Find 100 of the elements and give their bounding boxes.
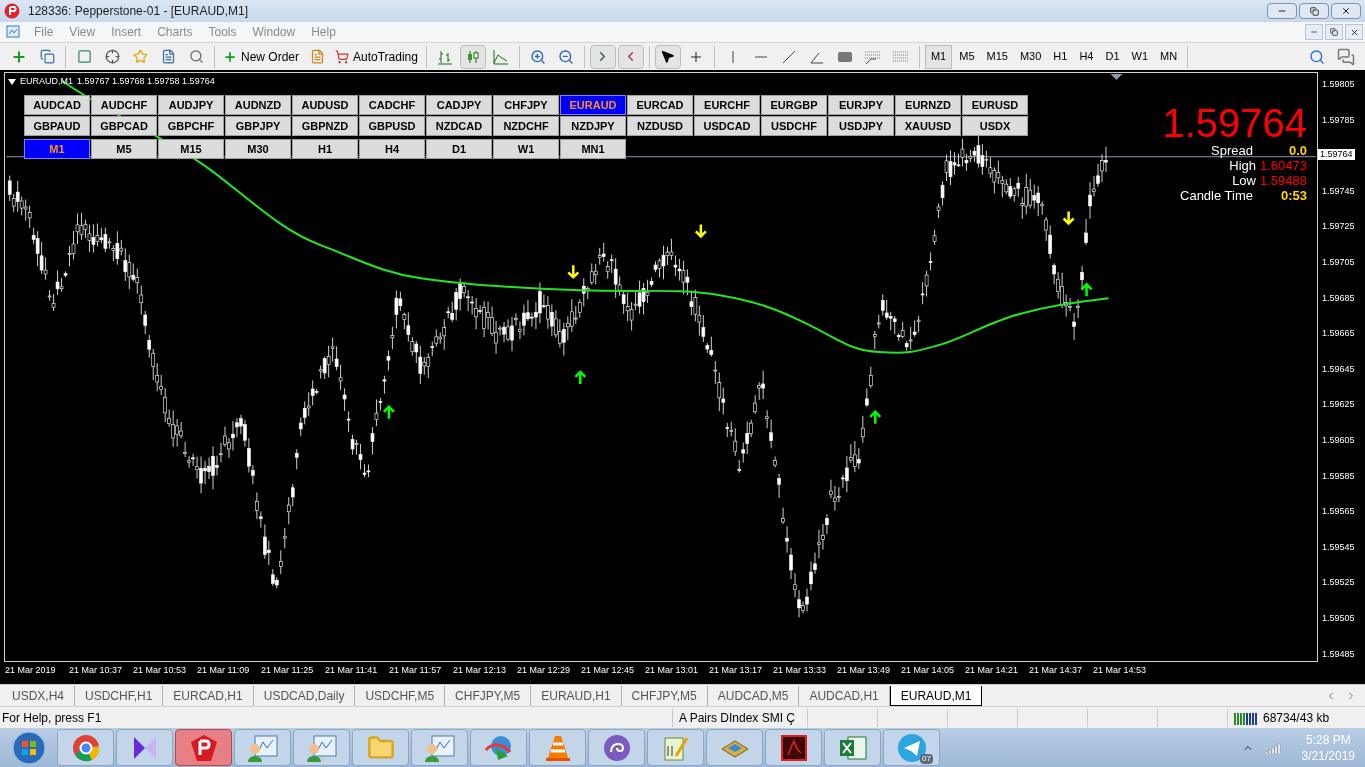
price-axis-label: 1.59805 — [1322, 79, 1355, 90]
notification-badge: 07 — [920, 754, 933, 764]
symbol-button[interactable]: EURGBP — [761, 95, 827, 115]
symbol-button[interactable]: AUDCAD — [24, 95, 90, 115]
symbol-button[interactable]: EURCHF — [694, 95, 760, 115]
time-axis-label: 21 Mar 11:25 — [261, 664, 315, 678]
connection-status: 68734/43 kb — [1263, 709, 1330, 727]
price-axis-label: 1.59645 — [1322, 363, 1355, 375]
symbol-button[interactable]: EURJPY — [828, 95, 894, 115]
messenger-button[interactable]: 07 — [883, 729, 940, 766]
info-value: 1.59488 — [1260, 173, 1307, 188]
symbol-button[interactable]: XAUUSD — [895, 116, 961, 136]
timeframe-button[interactable]: M1 — [24, 139, 90, 159]
ohlc-prices: 1.59767 1.59768 1.59758 1.59764 — [77, 75, 215, 88]
timeframe-button[interactable]: W1 — [493, 139, 559, 159]
timeframe-button[interactable]: H1 — [1048, 44, 1073, 69]
symbol-button[interactable]: USDX — [962, 116, 1028, 136]
symbol-button[interactable]: USDJPY — [828, 116, 894, 136]
time-axis-label: 21 Mar 12:13 — [453, 664, 508, 678]
new-order-button[interactable]: New Order — [220, 44, 302, 69]
symbol-button[interactable]: GBPCAD — [91, 116, 157, 136]
symbol-button[interactable]: AUDNZD — [225, 95, 291, 115]
symbol-button[interactable]: GBPNZD — [292, 116, 358, 136]
time-axis-label: 21 Mar 14:37 — [1029, 664, 1084, 678]
timeframe-button[interactable]: D1 — [1100, 44, 1125, 69]
status-profile: A Pairs DIndex SMI Ç — [672, 708, 807, 727]
symbol-button[interactable]: USDCHF — [761, 116, 827, 136]
price-axis-label: 1.59565 — [1322, 506, 1355, 518]
symbol-button[interactable]: GBPUSD — [359, 116, 425, 136]
time-axis-label: 21 Mar 11:09 — [197, 664, 251, 678]
price-axis-label: 1.59745 — [1322, 185, 1355, 197]
symbol-button[interactable]: CHFJPY — [493, 95, 559, 115]
time-axis-label: 21 Mar 11:41 — [325, 664, 379, 678]
price-axis-label: 1.59485 — [1322, 648, 1355, 660]
time-axis-label: 21 Mar 10:53 — [133, 664, 188, 678]
timeframe-button[interactable]: M1 — [924, 44, 953, 69]
time-axis-label: 21 Mar 12:29 — [517, 664, 572, 678]
timeframe-button[interactable]: D1 — [426, 139, 492, 159]
price-axis-label: 1.59785 — [1322, 114, 1355, 126]
timeframe-button[interactable]: W1 — [1126, 44, 1153, 69]
info-value: 1.60473 — [1260, 158, 1307, 173]
price-axis-label: 1.59545 — [1322, 541, 1355, 553]
time-axis-label: 21 Mar 10:37 — [69, 664, 124, 678]
symbol-button[interactable]: EURUSD — [962, 95, 1028, 115]
price-axis-label: 1.59685 — [1322, 292, 1355, 304]
info-label: Candle Time — [1180, 188, 1253, 203]
time-axis-label: 21 Mar 13:17 — [709, 664, 764, 678]
symbol-button[interactable]: NZDJPY — [560, 116, 626, 136]
symbol-button[interactable]: CADCHF — [359, 95, 425, 115]
symbol-button[interactable]: AUDUSD — [292, 95, 358, 115]
symbol-button[interactable]: EURCAD — [627, 95, 693, 115]
info-value: 0:53 — [1279, 188, 1307, 203]
symbol-button[interactable]: AUDJPY — [158, 95, 224, 115]
symbol-button[interactable]: AUDCHF — [91, 95, 157, 115]
symbol-button[interactable]: NZDUSD — [627, 116, 693, 136]
info-label: High — [1229, 158, 1256, 173]
info-label: Spread — [1211, 143, 1253, 158]
time-axis-label: 21 Mar 2019 — [5, 664, 57, 678]
time-axis-label: 21 Mar 13:33 — [773, 664, 828, 678]
symbol-button[interactable]: CADJPY — [426, 95, 492, 115]
symbol-button[interactable]: NZDCHF — [493, 116, 559, 136]
symbol-button[interactable]: EURNZD — [895, 95, 961, 115]
info-label: Low — [1232, 173, 1256, 188]
current-price-label: 1.59764 — [1318, 149, 1355, 161]
clock-time: 5:28 PM — [1305, 731, 1351, 748]
timeframe-button[interactable]: M15 — [158, 139, 224, 159]
timeframe-button[interactable]: H4 — [1074, 44, 1099, 69]
symbol-button[interactable]: GBPJPY — [225, 116, 291, 136]
timeframe-button[interactable]: M30 — [225, 139, 291, 159]
price-axis-label: 1.59605 — [1322, 435, 1355, 446]
status-help-text: For Help, press F1 — [1, 709, 103, 727]
timeframe-button[interactable]: M5 — [954, 44, 980, 69]
time-axis-label: 21 Mar 12:45 — [581, 664, 636, 678]
time-axis-label: 21 Mar 14:21 — [965, 664, 1020, 678]
time-axis-label: 21 Mar 14:53 — [1093, 664, 1148, 678]
symbol-button[interactable]: GBPAUD — [24, 116, 90, 136]
price-axis-label: 1.59725 — [1322, 221, 1355, 233]
symbol-button[interactable]: GBPCHF — [158, 116, 224, 136]
price-axis-label: 1.59705 — [1322, 257, 1355, 268]
timeframe-button[interactable]: M5 — [91, 139, 157, 159]
window-title: 128336: Pepperstone-01 - [EURAUD,M1] — [28, 3, 249, 20]
timeframe-button[interactable]: H4 — [359, 139, 425, 159]
time-axis-label: 21 Mar 14:05 — [901, 664, 956, 678]
timeframe-button[interactable]: MN — [1155, 44, 1183, 69]
timeframe-button[interactable]: M30 — [1014, 44, 1047, 69]
timeframe-button[interactable]: MN1 — [560, 139, 626, 159]
timeframe-button[interactable]: H1 — [292, 139, 358, 159]
price-axis-label: 1.59625 — [1322, 399, 1355, 411]
chart-tab[interactable]: EURAUD,M1 — [889, 686, 983, 706]
timeframe-button[interactable]: M15 — [981, 44, 1013, 69]
time-axis-label: 21 Mar 11:57 — [389, 664, 443, 678]
price-axis-label: 1.59505 — [1322, 613, 1355, 624]
info-value: 0.0 — [1287, 143, 1307, 158]
auto-trading-button[interactable]: AutoTrading — [332, 44, 421, 69]
symbol-button[interactable]: USDCAD — [694, 116, 760, 136]
current-price: 1.59764 — [1162, 103, 1307, 143]
chart-symbol: EURAUD,M1 — [20, 75, 73, 88]
time-axis-label: 21 Mar 13:01 — [645, 664, 700, 678]
symbol-button[interactable]: EURAUD — [560, 95, 626, 115]
symbol-button[interactable]: NZDCAD — [426, 116, 492, 136]
